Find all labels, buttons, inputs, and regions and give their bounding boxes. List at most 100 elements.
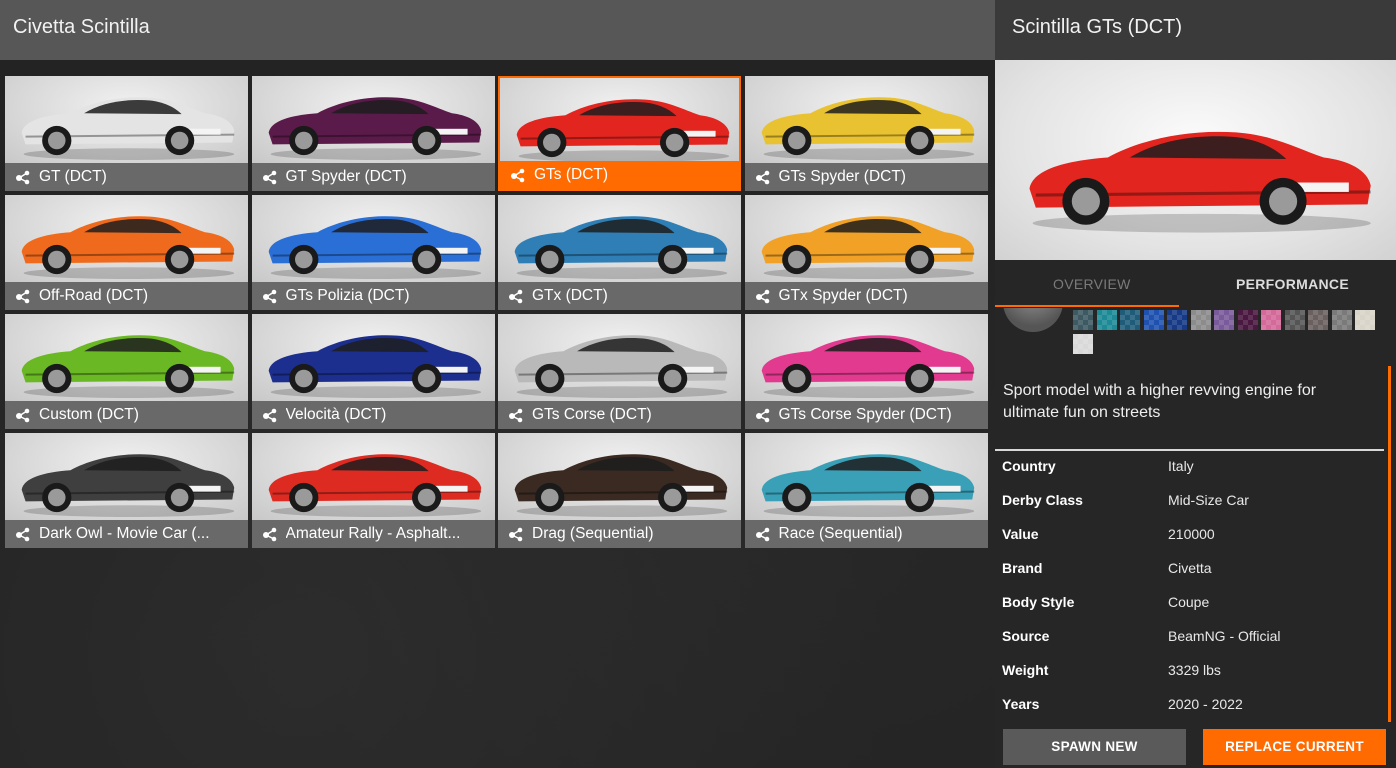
detail-header: Scintilla GTs (DCT)	[995, 0, 1396, 60]
paint-swatch[interactable]	[1261, 310, 1281, 330]
config-share-icon	[755, 527, 769, 542]
config-share-icon	[16, 289, 30, 304]
vehicle-list-pane: Civetta Scintilla GT (DCT) GT Spyder (DCT…	[0, 0, 995, 768]
tile-label-bar: GT (DCT)	[5, 163, 248, 191]
paint-swatch[interactable]	[1096, 310, 1117, 330]
detail-title: Scintilla GTs (DCT)	[1012, 16, 1183, 38]
config-share-icon	[755, 289, 769, 304]
vehicle-thumbnail	[251, 433, 495, 520]
vehicle-config-tile[interactable]: GTx (DCT)	[498, 195, 741, 310]
paint-swatch[interactable]	[1355, 310, 1375, 330]
vehicle-thumbnail	[5, 433, 248, 520]
config-share-icon	[509, 408, 523, 423]
paint-swatch[interactable]	[1120, 310, 1140, 330]
paint-swatch[interactable]	[1143, 310, 1164, 330]
tile-label-bar: Velocità (DCT)	[251, 401, 495, 429]
tile-name: GTx (DCT)	[532, 287, 608, 304]
replace-current-button[interactable]: REPLACE CURRENT	[1203, 729, 1386, 765]
active-tab-indicator	[995, 305, 1179, 307]
vehicle-thumbnail	[5, 314, 248, 401]
tile-label-bar: Race (Sequential)	[744, 520, 988, 548]
brand-avatar	[1003, 308, 1063, 332]
detail-pane: Scintilla GTs (DCT) OVERVIEW PERFORMANCE…	[995, 0, 1396, 768]
tile-name: Drag (Sequential)	[532, 525, 654, 542]
config-share-icon	[509, 527, 523, 542]
tile-label-bar: GTs Corse Spyder (DCT)	[744, 401, 988, 429]
paint-swatch[interactable]	[1073, 310, 1093, 330]
info-value: 2020 - 2022	[1168, 696, 1243, 712]
paint-swatch[interactable]	[1073, 334, 1093, 354]
paint-swatch[interactable]	[1214, 310, 1234, 330]
info-value: Civetta	[1168, 560, 1212, 576]
vehicle-config-tile[interactable]: Amateur Rally - Asphalt...	[251, 433, 495, 548]
tile-label-bar: GTs Spyder (DCT)	[744, 163, 988, 191]
paint-swatch[interactable]	[1237, 310, 1258, 330]
paint-swatch[interactable]	[1190, 310, 1211, 330]
vehicle-config-tile[interactable]: Dark Owl - Movie Car (...	[5, 433, 248, 548]
tile-label-bar: Amateur Rally - Asphalt...	[251, 520, 495, 548]
tile-name: GT Spyder (DCT)	[285, 168, 407, 185]
info-row: Weight 3329 lbs	[1002, 662, 1382, 684]
vehicle-config-tile[interactable]: Custom (DCT)	[5, 314, 248, 429]
tile-label-bar: GTs Corse (DCT)	[498, 401, 741, 429]
vehicle-thumbnail	[5, 195, 248, 282]
info-value: 210000	[1168, 526, 1215, 542]
tile-label-bar: GTs Polizia (DCT)	[251, 282, 495, 310]
vehicle-config-tile[interactable]: GTs Corse (DCT)	[498, 314, 741, 429]
info-key: Country	[1002, 458, 1056, 474]
vehicle-config-tile[interactable]: GTs Spyder (DCT)	[744, 76, 988, 191]
vehicle-thumbnail	[5, 76, 248, 163]
detail-tabs: OVERVIEW PERFORMANCE	[995, 262, 1396, 308]
info-row: Body Style Coupe	[1002, 594, 1382, 616]
vehicle-config-tile[interactable]: GTs Corse Spyder (DCT)	[744, 314, 988, 429]
info-row: Derby Class Mid-Size Car	[1002, 492, 1382, 514]
vehicle-thumbnail	[251, 314, 495, 401]
tile-name: Dark Owl - Movie Car (...	[39, 525, 210, 542]
tile-name: GTs Corse (DCT)	[532, 406, 652, 423]
paint-swatch[interactable]	[1308, 310, 1328, 330]
vehicle-config-tile[interactable]: GTx Spyder (DCT)	[744, 195, 988, 310]
vehicle-config-tile[interactable]: GT Spyder (DCT)	[251, 76, 495, 191]
info-row: Years 2020 - 2022	[1002, 696, 1382, 718]
tile-label-bar: GT Spyder (DCT)	[251, 163, 495, 191]
paint-swatch[interactable]	[1284, 310, 1305, 330]
config-share-icon	[262, 408, 276, 423]
model-title: Civetta Scintilla	[13, 16, 150, 38]
tab-performance[interactable]: PERFORMANCE	[1236, 276, 1349, 292]
vehicle-description: Sport model with a higher revving engine…	[1003, 382, 1317, 421]
info-key: Derby Class	[1002, 492, 1083, 508]
tab-overview[interactable]: OVERVIEW	[1053, 276, 1131, 292]
vehicle-thumbnail	[744, 76, 988, 163]
config-share-icon	[262, 170, 276, 185]
tile-label-bar: Dark Owl - Movie Car (...	[5, 520, 248, 548]
vehicle-config-tile[interactable]: Drag (Sequential)	[498, 433, 741, 548]
config-share-icon	[16, 527, 30, 542]
vehicle-config-tile[interactable]: GT (DCT)	[5, 76, 248, 191]
vehicle-config-tile[interactable]: GTs Polizia (DCT)	[251, 195, 495, 310]
config-share-icon	[262, 527, 276, 542]
tile-label-bar: Custom (DCT)	[5, 401, 248, 429]
tile-label-bar: Drag (Sequential)	[498, 520, 741, 548]
info-value: Coupe	[1168, 594, 1210, 610]
spawn-new-button[interactable]: SPAWN NEW	[1003, 729, 1186, 765]
info-value: BeamNG - Official	[1168, 628, 1281, 644]
tile-name: Velocità (DCT)	[285, 406, 387, 423]
paint-swatch[interactable]	[1331, 310, 1352, 330]
vehicle-config-tile[interactable]: Off-Road (DCT)	[5, 195, 248, 310]
info-key: Brand	[1002, 560, 1043, 576]
vehicle-config-tile[interactable]: Velocità (DCT)	[251, 314, 495, 429]
vehicle-preview-image	[995, 60, 1396, 260]
configuration-grid: GT (DCT) GT Spyder (DCT) GTs (DCT) GTs Spyd…	[5, 76, 989, 548]
vehicle-config-tile[interactable]: GTs (DCT)	[498, 76, 741, 191]
info-row: Value 210000	[1002, 526, 1382, 548]
config-share-icon	[16, 170, 30, 185]
paint-swatch[interactable]	[1167, 310, 1187, 330]
tile-name: GTs Corse Spyder (DCT)	[778, 406, 952, 423]
tile-label-bar: Off-Road (DCT)	[5, 282, 248, 310]
tile-name: Amateur Rally - Asphalt...	[285, 525, 461, 542]
detail-scrollbar[interactable]	[1388, 366, 1391, 722]
vehicle-config-tile[interactable]: Race (Sequential)	[744, 433, 988, 548]
tile-name: GT (DCT)	[39, 168, 107, 185]
info-key: Years	[1002, 696, 1040, 712]
tile-name: GTs (DCT)	[534, 166, 609, 183]
